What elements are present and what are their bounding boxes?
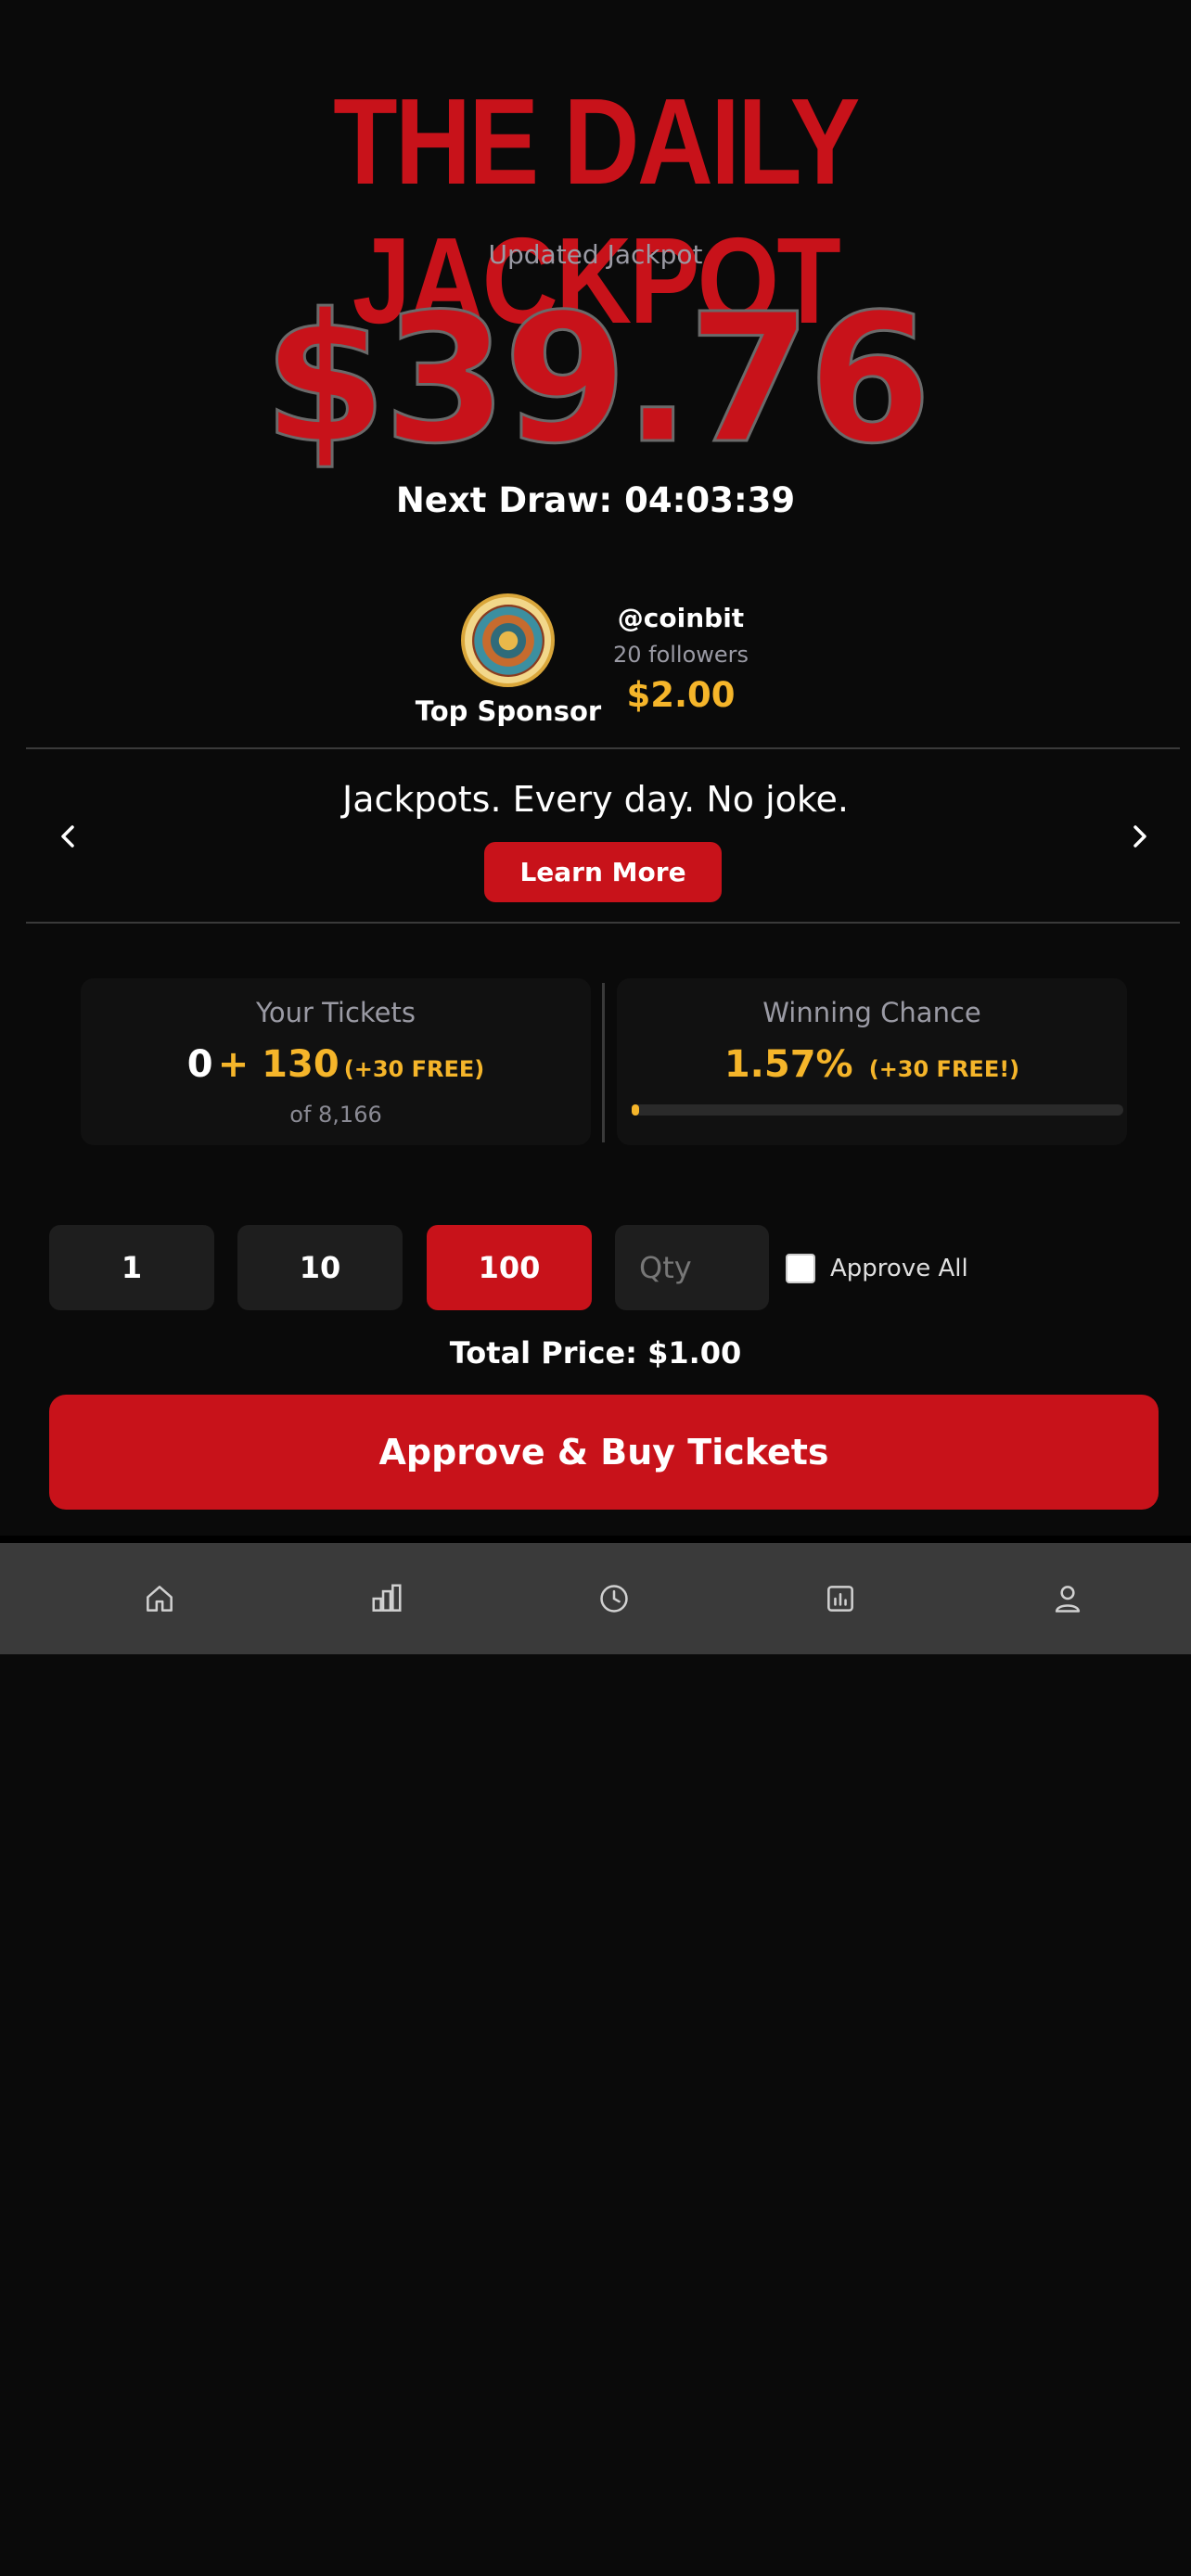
qty-100-button[interactable]: 100: [427, 1225, 592, 1310]
chance-title: Winning Chance: [762, 997, 981, 1028]
sponsor-handle[interactable]: @coinbit: [588, 603, 774, 633]
jackpot-label: Updated Jackpot: [488, 239, 703, 270]
next-draw-countdown: Next Draw: 04:03:39: [395, 480, 796, 520]
leaderboard-icon[interactable]: [359, 1571, 415, 1626]
tickets-count-row: 0 + 130 (+30 FREE): [81, 1043, 591, 1086]
tickets-free: (+30 FREE): [343, 1056, 485, 1082]
banner-bottom-divider: [26, 922, 1180, 924]
sponsor-avatar[interactable]: [461, 593, 555, 687]
chance-value: 1.57%: [724, 1043, 853, 1086]
winning-chance-card: Winning Chance 1.57% (+30 FREE!): [617, 978, 1127, 1145]
tickets-total: of 8,166: [289, 1102, 382, 1128]
app-screen: THE DAILY JACKPOT Updated Jackpot $39.76…: [0, 0, 1191, 2576]
nav-top-edge: [0, 1536, 1191, 1543]
home-icon[interactable]: [132, 1571, 187, 1626]
qty-input[interactable]: [615, 1225, 769, 1310]
chance-free: (+30 FREE!): [868, 1056, 1020, 1082]
learn-more-button[interactable]: Learn More: [484, 842, 722, 902]
chance-progress-bar: [632, 1104, 1123, 1116]
chevron-right-icon[interactable]: [1119, 816, 1159, 857]
chance-progress-fill: [632, 1104, 640, 1116]
banner-top-divider: [26, 747, 1180, 749]
coin-emblem-icon: [471, 604, 544, 677]
approve-buy-button[interactable]: Approve & Buy Tickets: [49, 1395, 1159, 1510]
bottom-nav: [0, 1543, 1191, 1654]
sponsor-amount: $2.00: [626, 675, 736, 715]
tickets-plus: + 130: [217, 1043, 339, 1086]
profile-icon[interactable]: [1040, 1571, 1095, 1626]
sponsor-followers: 20 followers: [612, 642, 749, 668]
history-icon[interactable]: [586, 1571, 642, 1626]
total-price: Total Price: $1.00: [449, 1335, 742, 1371]
tickets-title: Your Tickets: [255, 997, 416, 1028]
qty-1-button[interactable]: 1: [49, 1225, 214, 1310]
qty-10-button[interactable]: 10: [237, 1225, 403, 1310]
tickets-own: 0: [186, 1043, 213, 1086]
chevron-left-icon[interactable]: [48, 816, 89, 857]
approve-all-checkbox[interactable]: [786, 1254, 815, 1283]
your-tickets-card: Your Tickets 0 + 130 (+30 FREE) of 8,166: [81, 978, 591, 1145]
stats-icon[interactable]: [813, 1571, 868, 1626]
chance-row: 1.57% (+30 FREE!): [617, 1043, 1127, 1086]
approve-all-label[interactable]: Approve All: [830, 1254, 968, 1283]
stats-divider: [602, 983, 605, 1142]
banner-text: Jackpots. Every day. No joke.: [342, 779, 849, 820]
sponsor-role-label: Top Sponsor: [415, 695, 602, 727]
jackpot-amount: $39.76: [262, 276, 933, 483]
